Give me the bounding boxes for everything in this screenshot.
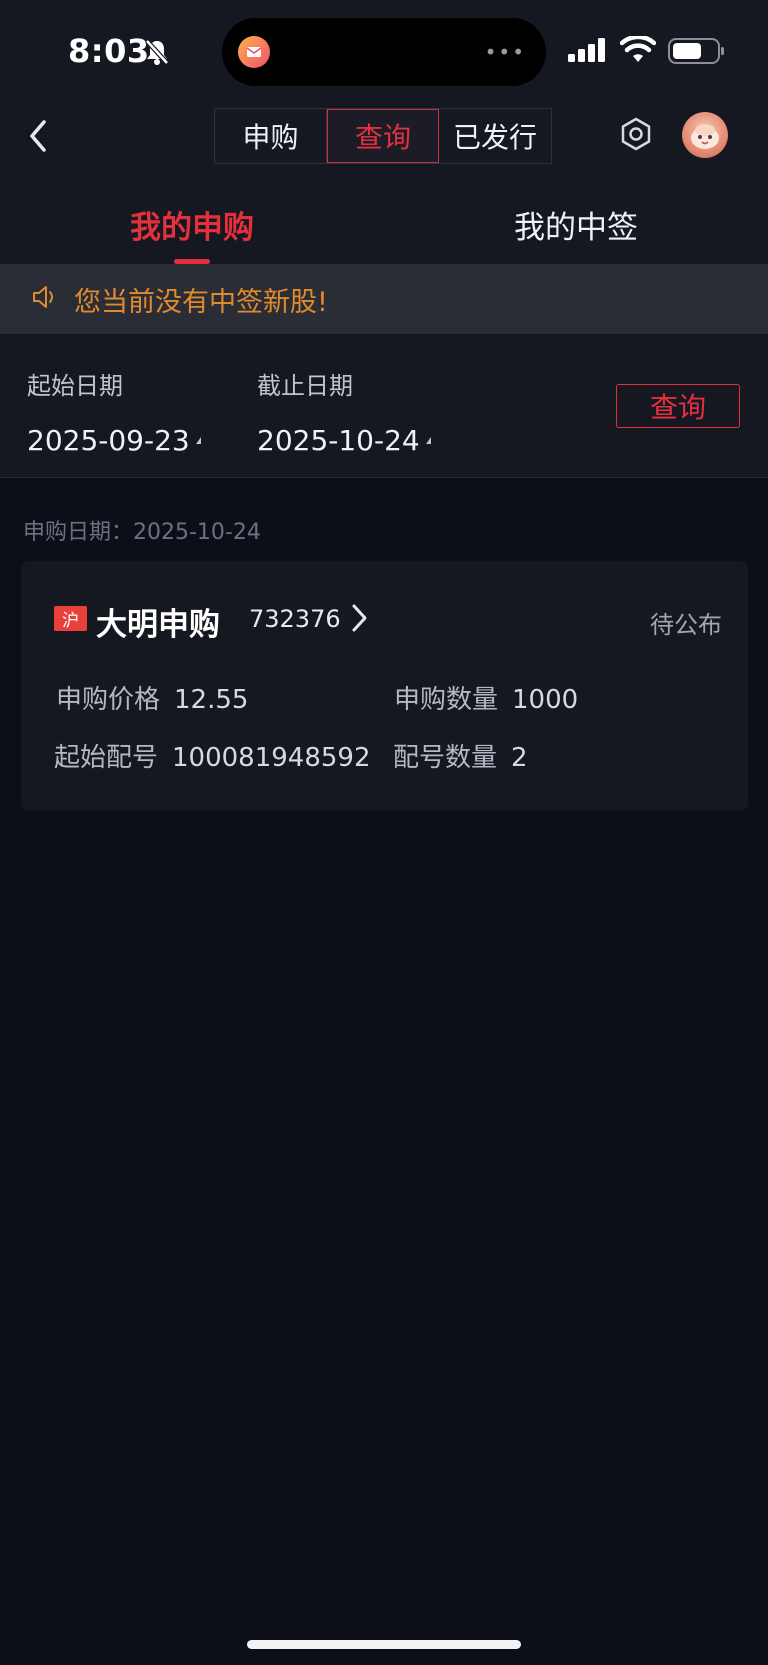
caret-icon xyxy=(425,437,431,444)
group-date-header: 申购日期：2025-10-24 xyxy=(23,520,261,545)
start-date-picker[interactable]: 2025-09-23 xyxy=(27,424,201,457)
quantity-label: 申购数量 xyxy=(394,685,499,715)
number-count-label: 配号数量 xyxy=(393,743,498,773)
caret-icon xyxy=(195,437,201,444)
tab-my-winning[interactable]: 我的中签 xyxy=(384,184,768,264)
top-navigation: 申购 查询 已发行 xyxy=(0,100,768,184)
segment-subscribe[interactable]: 申购 xyxy=(215,109,327,163)
chevron-left-icon[interactable] xyxy=(24,118,52,158)
end-date-value: 2025-10-24 xyxy=(257,424,420,457)
segment-query[interactable]: 查询 xyxy=(327,109,439,163)
status-bar: 8:03 ••• xyxy=(0,0,768,100)
query-button[interactable]: 查询 xyxy=(616,384,740,428)
bell-slash-icon xyxy=(144,38,170,70)
quantity-value: 1000 xyxy=(512,685,579,715)
start-number-label: 起始配号 xyxy=(54,743,159,773)
subscription-card[interactable]: 沪 大明申购 732376 待公布 申购价格 12.55 申购数量 1000 起始配… xyxy=(21,561,748,811)
tab-my-subscriptions-label: 我的申购 xyxy=(130,209,254,246)
end-date-picker[interactable]: 2025-10-24 xyxy=(257,424,431,457)
chevron-right-icon[interactable] xyxy=(347,601,371,639)
mail-app-icon[interactable] xyxy=(238,36,270,68)
signal-icon xyxy=(568,38,608,66)
market-badge: 沪 xyxy=(54,606,87,631)
quantity-field: 申购数量 1000 xyxy=(394,679,578,716)
price-field: 申购价格 12.55 xyxy=(56,679,248,716)
segment-issued[interactable]: 已发行 xyxy=(439,109,551,163)
dynamic-island: ••• xyxy=(222,18,546,86)
app-screen: 8:03 ••• 申购 查询 已发行 我的申购 我的中签 您当前没有中签新股! … xyxy=(0,0,768,1665)
hexagon-settings-icon[interactable] xyxy=(618,116,654,156)
start-number-field: 起始配号 100081948592 xyxy=(54,737,371,774)
start-date-label: 起始日期 xyxy=(27,372,123,400)
status-time: 8:03 xyxy=(68,32,150,70)
avatar[interactable] xyxy=(682,112,728,158)
price-label: 申购价格 xyxy=(56,685,161,715)
start-date-value: 2025-09-23 xyxy=(27,424,190,457)
notice-text: 您当前没有中签新股! xyxy=(74,286,328,318)
number-count-field: 配号数量 2 xyxy=(393,737,528,774)
subscription-tabs: 我的申购 我的中签 xyxy=(0,184,768,264)
island-dots: ••• xyxy=(484,40,526,64)
tab-my-winning-label: 我的中签 xyxy=(514,209,638,246)
speaker-icon xyxy=(30,282,60,316)
status-badge: 待公布 xyxy=(650,611,722,639)
number-count-value: 2 xyxy=(511,743,528,773)
stock-code: 732376 xyxy=(249,605,341,633)
notice-banner: 您当前没有中签新股! xyxy=(0,264,768,334)
start-number-value: 100081948592 xyxy=(172,743,371,773)
stock-name: 大明申购 xyxy=(96,607,220,643)
wifi-icon xyxy=(619,34,657,68)
date-filter: 起始日期 2025-09-23 截止日期 2025-10-24 查询 xyxy=(0,334,768,478)
home-indicator[interactable] xyxy=(247,1640,521,1649)
price-value: 12.55 xyxy=(174,685,249,715)
segmented-control: 申购 查询 已发行 xyxy=(214,108,552,164)
battery-icon xyxy=(668,38,726,68)
end-date-label: 截止日期 xyxy=(257,372,353,400)
tab-my-subscriptions[interactable]: 我的申购 xyxy=(0,184,384,264)
